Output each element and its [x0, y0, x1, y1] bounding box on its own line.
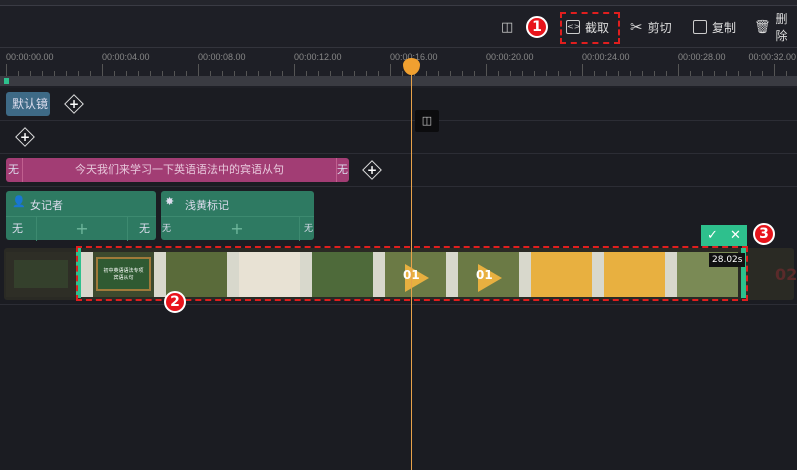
character-name: 女记者 — [30, 199, 63, 212]
ruler-label: 00:00:12.00 — [294, 52, 342, 62]
annotation-1: 1 — [526, 16, 548, 38]
ruler-tick — [678, 64, 679, 76]
ruler-label: 00:00:32.00 — [748, 52, 796, 62]
add-action-button[interactable]: + — [36, 217, 128, 241]
ruler-tick — [486, 64, 487, 76]
toolbar: ◫ <> 截取 ✂ 剪切 复制 🗑 删除 — [0, 6, 797, 48]
add-subtitle-button[interactable]: + — [362, 160, 382, 180]
add-action-button[interactable]: + — [175, 217, 300, 241]
subtitle-text: 今天我们来学习一下英语语法中的宾语从句 — [75, 163, 284, 176]
ruler-label: 00:00:08.00 — [198, 52, 246, 62]
character-track: 👤 女记者 无 + 无 ✸ 浅黄标记 无 + 无 — [0, 187, 797, 243]
effect-track: + — [0, 121, 797, 154]
ruler-label: 00:00:24.00 — [582, 52, 630, 62]
cut-label: 剪切 — [647, 20, 672, 35]
character-clip-reporter[interactable]: 👤 女记者 无 + 无 — [6, 191, 156, 241]
ruler-tick — [102, 64, 103, 76]
ruler-tick — [582, 64, 583, 76]
transition-in[interactable]: 无 — [8, 158, 23, 182]
scissors-icon: ✂ — [630, 18, 643, 36]
ruler-label: 00:00:28.00 — [678, 52, 726, 62]
ruler-track[interactable] — [0, 76, 797, 86]
annotation-2: 2 — [164, 291, 186, 313]
playhead[interactable] — [411, 62, 412, 470]
video-thumbnail — [6, 252, 76, 297]
ruler-tick — [294, 64, 295, 76]
camera-clip[interactable]: 默认镜 — [6, 92, 50, 116]
split-button[interactable]: ◫ — [501, 18, 513, 36]
character-name: 浅黄标记 — [185, 199, 229, 212]
split-at-playhead-icon[interactable]: ◫ — [415, 110, 439, 132]
ruler-tick — [774, 64, 775, 76]
ruler-label: 00:00:04.00 — [102, 52, 150, 62]
cut-button[interactable]: ✂ 剪切 — [630, 18, 672, 36]
confirm-box: ✓ ✕ — [701, 225, 747, 246]
subtitle-track: 无 今天我们来学习一下英语语法中的宾语从句 无 + — [0, 154, 797, 187]
add-camera-button[interactable]: + — [64, 94, 84, 114]
add-effect-button[interactable]: + — [15, 127, 35, 147]
ruler-label: 00:00:00.00 — [6, 52, 54, 62]
copy-label: 复制 — [712, 20, 737, 35]
transition-out[interactable]: 无 — [336, 158, 349, 182]
ruler-tick — [390, 64, 391, 76]
copy-button[interactable]: 复制 — [693, 18, 736, 36]
transition-in[interactable]: 无 — [12, 217, 23, 241]
cancel-button[interactable]: ✕ — [730, 228, 741, 243]
transition-out[interactable]: 无 — [304, 217, 313, 241]
person-icon: 👤 — [12, 195, 26, 208]
ruler-tick — [198, 64, 199, 76]
transition-in[interactable]: 无 — [162, 217, 171, 241]
delete-label: 删除 — [775, 12, 788, 43]
annotation-3: 3 — [753, 223, 775, 245]
copy-icon — [693, 20, 707, 34]
trash-icon: 🗑 — [754, 19, 771, 35]
character-clip-marker[interactable]: ✸ 浅黄标记 无 + 无 — [161, 191, 314, 241]
camera-track: 默认镜 + — [0, 87, 797, 121]
delete-button[interactable]: 🗑 删除 — [754, 12, 797, 43]
split-icon: ◫ — [501, 19, 514, 35]
next-slide-number: 02 — [775, 265, 797, 284]
transition-out[interactable]: 无 — [139, 217, 150, 241]
crop-highlight — [560, 12, 620, 44]
subtitle-clip[interactable]: 无 今天我们来学习一下英语语法中的宾语从句 无 — [6, 158, 349, 182]
ruler-tick — [6, 64, 7, 76]
confirm-button[interactable]: ✓ — [707, 228, 718, 243]
star-icon: ✸ — [165, 195, 175, 208]
ruler-label: 00:00:20.00 — [486, 52, 534, 62]
